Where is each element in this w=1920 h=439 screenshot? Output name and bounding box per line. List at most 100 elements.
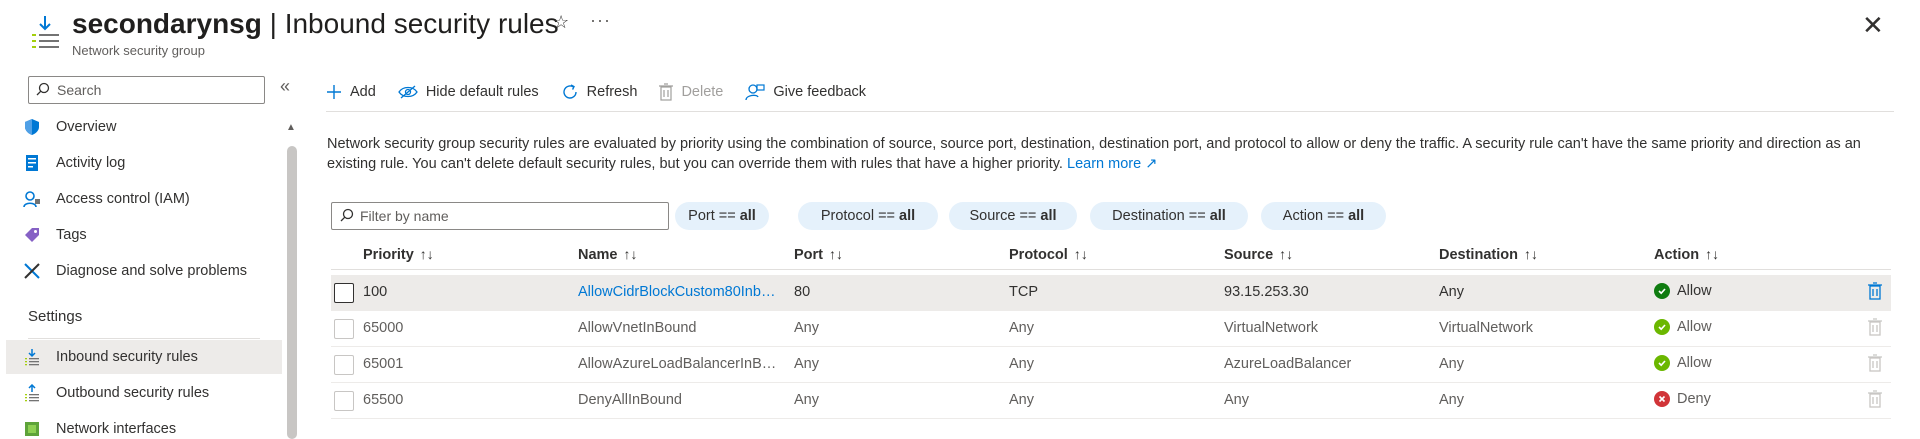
cell-protocol: Any (1009, 320, 1034, 336)
cell-priority: 65500 (363, 392, 404, 408)
sidebar-item-overview[interactable]: Overview (22, 110, 282, 144)
refresh-button[interactable]: Refresh (561, 83, 638, 101)
cell-priority: 65000 (363, 320, 404, 336)
sort-icon: ↑↓ (623, 246, 638, 262)
column-label: Name (578, 247, 618, 263)
diagnose-icon (22, 261, 42, 281)
column-header-action[interactable]: Action ↑↓ (1654, 246, 1719, 263)
learn-more-label: Learn more (1067, 156, 1142, 172)
page-header: secondarynsg | Inbound security rules Ne… (0, 0, 1920, 64)
table-row[interactable]: 100 AllowCidrBlockCustom80Inbound 80 TCP… (331, 275, 1891, 311)
sidebar-item-activity-log[interactable]: Activity log (22, 146, 282, 180)
column-header-protocol[interactable]: Protocol ↑↓ (1009, 246, 1088, 263)
filter-pill-action[interactable]: Action == all (1261, 202, 1386, 230)
delete-button-label: Delete (681, 84, 724, 100)
hide-default-rules-button[interactable]: Hide default rules (398, 84, 539, 100)
pill-key: Source == (969, 208, 1037, 224)
column-header-destination[interactable]: Destination ↑↓ (1439, 246, 1538, 263)
filter-pill-source[interactable]: Source == all (949, 202, 1077, 230)
page-title-text: Inbound security rules (284, 8, 559, 39)
title-separator: | (261, 8, 285, 39)
iam-icon (22, 189, 42, 209)
favorite-star-icon[interactable]: ☆ (553, 12, 569, 33)
cell-destination: Any (1439, 356, 1464, 372)
filter-pill-port[interactable]: Port == all (675, 202, 769, 230)
sidebar-item-tags[interactable]: Tags (22, 218, 282, 252)
action-label: Allow (1677, 283, 1712, 299)
cell-destination: VirtualNetwork (1439, 320, 1534, 336)
cell-name: AllowVnetInBound (578, 320, 697, 336)
table-row[interactable]: 65001 AllowAzureLoadBalancerInBound Any … (331, 347, 1891, 383)
filter-pill-protocol[interactable]: Protocol == all (798, 202, 938, 230)
row-checkbox[interactable] (334, 283, 354, 303)
page-subtitle: Network security group (72, 43, 205, 58)
sidebar-item-label: Activity log (56, 155, 126, 171)
inbound-icon (22, 347, 42, 367)
give-feedback-button[interactable]: Give feedback (745, 83, 866, 101)
sidebar: Search « Overview Activity log Access co… (0, 64, 297, 439)
pill-key: Port == (688, 208, 736, 224)
delete-row-trash-icon[interactable] (1868, 282, 1882, 303)
sort-icon: ↑↓ (1073, 246, 1088, 262)
close-icon[interactable]: ✕ (1862, 10, 1884, 41)
sidebar-item-inbound-security-rules[interactable]: Inbound security rules (6, 340, 282, 374)
trash-icon (659, 83, 674, 101)
delete-row-trash-icon (1868, 354, 1882, 375)
hide-eye-icon (398, 84, 418, 100)
table-row[interactable]: 65000 AllowVnetInBound Any Any VirtualNe… (331, 311, 1891, 347)
column-header-source[interactable]: Source ↑↓ (1224, 246, 1293, 263)
column-header-port[interactable]: Port ↑↓ (794, 246, 843, 263)
shield-icon (22, 117, 42, 137)
column-label: Port (794, 247, 823, 263)
pill-value: all (1348, 208, 1365, 224)
sidebar-item-diagnose[interactable]: Diagnose and solve problems (22, 254, 282, 288)
action-label: Deny (1677, 391, 1711, 407)
resource-name: secondarynsg (72, 8, 262, 39)
row-checkbox[interactable] (334, 355, 354, 375)
delete-button[interactable]: Delete (659, 83, 723, 101)
sidebar-item-outbound-security-rules[interactable]: Outbound security rules (22, 376, 282, 410)
table-row[interactable]: 65500 DenyAllInBound Any Any Any Any Den… (331, 383, 1891, 419)
refresh-button-label: Refresh (586, 84, 638, 100)
cell-priority: 100 (363, 284, 388, 300)
scroll-up-arrow-icon[interactable]: ▲ (286, 122, 296, 133)
more-options-icon[interactable]: ··· (590, 10, 611, 31)
column-label: Protocol (1009, 247, 1068, 263)
cell-name-link[interactable]: AllowCidrBlockCustom80Inbound (578, 284, 783, 300)
feedback-icon (745, 83, 765, 101)
sort-icon: ↑↓ (1523, 246, 1538, 262)
deny-x-icon (1654, 391, 1670, 407)
inbound-rules-icon (28, 14, 62, 50)
pill-key: Protocol == (820, 208, 896, 224)
add-button[interactable]: Add (326, 84, 376, 100)
tag-icon (22, 225, 42, 245)
refresh-icon (561, 83, 579, 101)
cell-port: Any (794, 392, 819, 408)
column-header-name[interactable]: Name ↑↓ (578, 246, 638, 263)
cell-name: DenyAllInBound (578, 392, 682, 408)
row-checkbox[interactable] (334, 319, 354, 339)
cell-port: Any (794, 320, 819, 336)
cell-action: Allow (1654, 283, 1712, 299)
row-checkbox[interactable] (334, 391, 354, 411)
plus-icon (326, 84, 342, 100)
column-header-priority[interactable]: Priority ↑↓ (363, 246, 434, 263)
sidebar-search-placeholder: Search (57, 82, 102, 98)
filter-pill-destination[interactable]: Destination == all (1090, 202, 1248, 230)
filter-placeholder: Filter by name (360, 208, 449, 224)
sidebar-item-iam[interactable]: Access control (IAM) (22, 182, 282, 216)
action-label: Allow (1677, 355, 1712, 371)
learn-more-link[interactable]: Learn more ↗ (1067, 156, 1157, 172)
sidebar-search-input[interactable]: Search (28, 76, 265, 104)
sidebar-item-label: Inbound security rules (56, 349, 198, 365)
filter-by-name-input[interactable]: Filter by name (331, 202, 669, 230)
collapse-sidebar-icon[interactable]: « (280, 76, 290, 97)
sidebar-scrollbar-thumb[interactable] (287, 146, 297, 439)
cell-port: 80 (794, 284, 811, 300)
outbound-icon (22, 383, 42, 403)
search-icon (36, 82, 50, 99)
cell-action: Deny (1654, 391, 1711, 407)
sidebar-item-network-interfaces[interactable]: Network interfaces (22, 412, 282, 439)
sidebar-item-label: Outbound security rules (56, 385, 210, 401)
cell-protocol: TCP (1009, 284, 1038, 300)
